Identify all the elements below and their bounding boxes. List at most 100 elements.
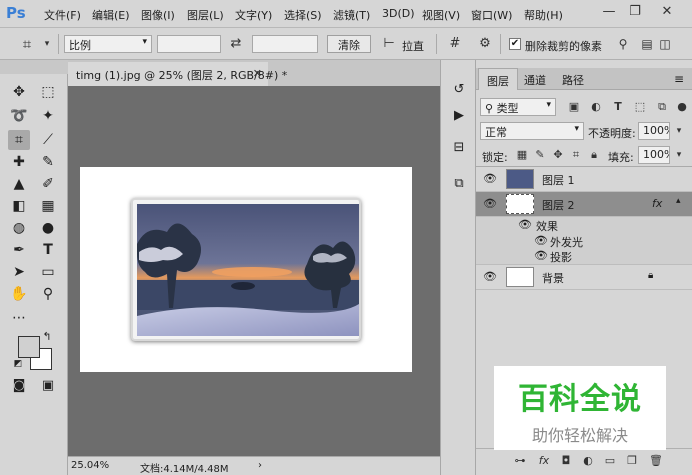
actions-play-icon[interactable]: ▶	[447, 104, 471, 128]
screen-mode-icon[interactable]: ▣	[37, 376, 59, 396]
quick-mask-icon[interactable]: ◙	[8, 376, 30, 396]
blend-mode-select[interactable]: 正常 ▾	[480, 122, 584, 140]
properties-panel-icon[interactable]: ⊟	[447, 136, 471, 160]
path-selection-tool-icon[interactable]: ➤	[8, 262, 30, 282]
ratio-select[interactable]: 比例 ▾	[64, 35, 152, 53]
new-layer-icon[interactable]: ❐	[624, 454, 640, 470]
chevron-down-icon[interactable]: ▾	[671, 147, 687, 163]
layer-row-layer-1[interactable]: 👁︎ 图层 1	[476, 167, 692, 192]
delete-cropped-label[interactable]: 删除裁剪的像素	[525, 38, 602, 54]
workspace-icon-2[interactable]: ◫	[656, 35, 674, 53]
filter-pixel-icon[interactable]: ▣	[566, 99, 582, 115]
rectangle-tool-icon[interactable]: ▭	[37, 262, 59, 282]
filter-type-icon[interactable]: T	[610, 99, 626, 115]
fill-input[interactable]: 100%	[638, 146, 670, 164]
collapse-effects-icon[interactable]: ▴	[676, 196, 681, 206]
eyedropper-tool-icon[interactable]: ⟋	[37, 130, 59, 150]
pen-tool-icon[interactable]: ✒	[8, 240, 30, 260]
clone-stamp-tool-icon[interactable]: ▲	[8, 174, 30, 194]
panel-menu-icon[interactable]: ≡	[674, 72, 684, 86]
healing-brush-tool-icon[interactable]: ✚	[8, 152, 30, 172]
edit-toolbar-icon[interactable]: ⋯	[8, 308, 30, 328]
gear-icon[interactable]: ⚙	[476, 35, 494, 53]
tab-channels[interactable]: 通道	[516, 68, 554, 90]
menu-layer[interactable]: 图层(L)	[187, 7, 224, 23]
menu-help[interactable]: 帮助(H)	[524, 7, 563, 23]
layer-effects-badge[interactable]: fx	[652, 197, 662, 210]
new-group-icon[interactable]: ▭	[602, 454, 618, 470]
status-menu-arrow-icon[interactable]: ›	[258, 460, 262, 471]
magic-wand-tool-icon[interactable]: ✦	[37, 106, 59, 126]
filter-shape-icon[interactable]: ⬚	[632, 99, 648, 115]
lasso-tool-icon[interactable]: ➰	[8, 106, 30, 126]
effects-label[interactable]: 效果	[536, 218, 558, 234]
menu-image[interactable]: 图像(I)	[141, 7, 175, 23]
hand-tool-icon[interactable]: ✋	[8, 284, 30, 304]
type-tool-icon[interactable]: T	[37, 240, 59, 260]
foreground-color-swatch[interactable]	[18, 336, 40, 358]
document-tab[interactable]: timg (1).jpg @ 25% (图层 2, RGB/8#) * ✕	[68, 62, 287, 86]
straighten-icon[interactable]: ⊢	[380, 35, 398, 53]
layer-name[interactable]: 背景	[542, 270, 564, 286]
chevron-down-icon[interactable]: ▾	[671, 123, 687, 139]
search-icon[interactable]: ⚲	[614, 35, 632, 53]
close-window-button[interactable]: ✕	[656, 2, 678, 22]
menu-3d[interactable]: 3D(D)	[382, 7, 415, 20]
overlay-grid-icon[interactable]: #	[446, 35, 464, 53]
move-tool-icon[interactable]: ✥	[8, 82, 30, 102]
gradient-tool-icon[interactable]: ▦	[37, 196, 59, 216]
zoom-level[interactable]: 25.04%	[71, 460, 109, 471]
menu-edit[interactable]: 编辑(E)	[92, 7, 130, 23]
close-icon[interactable]: ✕	[253, 67, 262, 80]
zoom-tool-icon[interactable]: ⚲	[37, 284, 59, 304]
dodge-tool-icon[interactable]: ●	[37, 218, 59, 238]
minimize-button[interactable]: —	[598, 2, 620, 22]
layer-name[interactable]: 图层 1	[542, 172, 575, 188]
tab-paths[interactable]: 路径	[554, 68, 592, 90]
adjustments-panel-icon[interactable]: ⧉	[447, 172, 471, 196]
lock-pixels-icon[interactable]: ✎	[532, 147, 548, 163]
menu-filter[interactable]: 滤镜(T)	[333, 7, 370, 23]
history-brush-tool-icon[interactable]: ✐	[37, 174, 59, 194]
restore-button[interactable]: ❐	[624, 2, 646, 22]
link-layers-icon[interactable]: ⊶	[512, 454, 528, 470]
delete-cropped-checkbox[interactable]: ✔	[509, 38, 521, 50]
visibility-eye-icon[interactable]: 👁︎	[534, 234, 548, 250]
filter-toggle-icon[interactable]: ●	[674, 99, 690, 115]
swap-icon[interactable]: ⇄	[227, 35, 245, 53]
menu-select[interactable]: 选择(S)	[284, 7, 322, 23]
visibility-eye-icon[interactable]: 👁︎	[482, 197, 498, 211]
straighten-label[interactable]: 拉直	[402, 38, 424, 54]
visibility-eye-icon[interactable]: 👁︎	[534, 249, 548, 265]
add-mask-icon[interactable]: ◘	[558, 454, 574, 470]
filter-smart-object-icon[interactable]: ⧉	[654, 99, 670, 115]
layer-filter-select[interactable]: ⚲ 类型 ▾	[480, 98, 556, 116]
tool-preset-dropdown-icon[interactable]: ▾	[38, 35, 56, 53]
layer-2-frame[interactable]	[131, 198, 361, 341]
crop-tool-icon[interactable]: ⌗	[18, 35, 36, 53]
opacity-input[interactable]: 100%	[638, 122, 670, 140]
layer-name[interactable]: 图层 2	[542, 197, 575, 213]
menu-type[interactable]: 文字(Y)	[235, 7, 272, 23]
width-input[interactable]	[157, 35, 221, 53]
crop-tool-icon[interactable]: ⌗	[8, 130, 30, 150]
canvas-area[interactable]	[68, 86, 440, 456]
layer-row-layer-2[interactable]: 👁︎ 图层 2 fx ▴	[476, 192, 692, 217]
tab-layers[interactable]: 图层	[478, 68, 518, 90]
lock-artboard-icon[interactable]: ⌗	[568, 147, 584, 163]
menu-view[interactable]: 视图(V)	[422, 7, 460, 23]
eraser-tool-icon[interactable]: ◧	[8, 196, 30, 216]
marquee-tool-icon[interactable]: ⬚	[37, 82, 59, 102]
swap-colors-icon[interactable]: ↰	[40, 330, 54, 344]
effect-outer-glow[interactable]: 外发光	[550, 234, 583, 250]
lock-all-icon[interactable]: 🔒︎	[586, 147, 602, 163]
new-adjustment-icon[interactable]: ◐	[580, 454, 596, 470]
menu-window[interactable]: 窗口(W)	[471, 7, 512, 23]
clear-button[interactable]: 清除	[327, 35, 371, 53]
brush-tool-icon[interactable]: ✎	[37, 152, 59, 172]
history-panel-icon[interactable]: ↺	[447, 78, 471, 102]
lock-position-icon[interactable]: ✥	[550, 147, 566, 163]
document-canvas[interactable]	[80, 167, 412, 372]
tools-panel-header[interactable]	[0, 60, 68, 74]
layer-row-background[interactable]: 👁︎ 背景 🔒︎	[476, 265, 692, 290]
